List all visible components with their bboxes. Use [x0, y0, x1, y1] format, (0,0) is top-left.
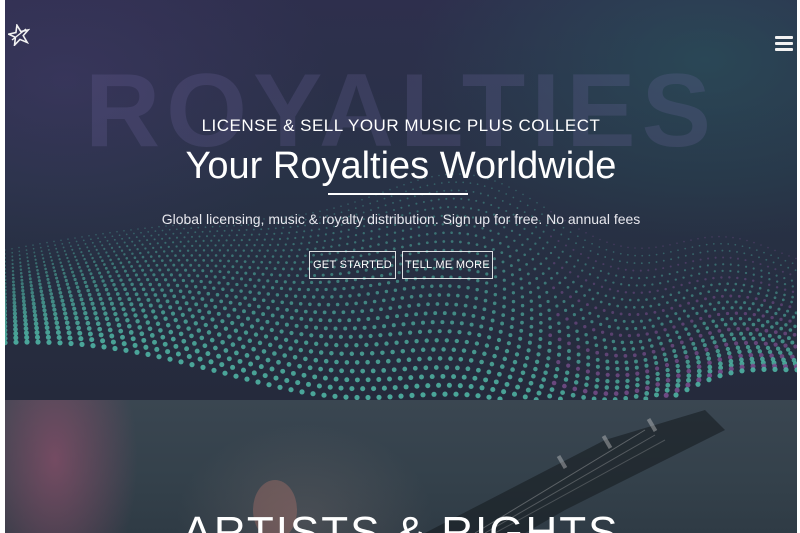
page: ROYALTIES LICENSE & SELL YOUR MUSIC PLUS… [5, 0, 797, 533]
star-logo-icon[interactable] [8, 24, 30, 46]
hero-section: ROYALTIES LICENSE & SELL YOUR MUSIC PLUS… [5, 0, 797, 400]
hero-subtitle: Global licensing, music & royalty distri… [161, 211, 641, 227]
headline-divider [328, 193, 468, 195]
hamburger-menu-icon[interactable] [775, 36, 793, 52]
section-title: ARTISTS & RIGHTS [182, 508, 620, 533]
hero-headline: Your Royalties Worldwide [185, 145, 617, 187]
get-started-button[interactable]: GET STARTED [309, 251, 396, 279]
hero-eyebrow: LICENSE & SELL YOUR MUSIC PLUS COLLECT [201, 116, 601, 135]
artists-rights-section: ARTISTS & RIGHTS [5, 400, 797, 533]
tell-me-more-button[interactable]: TELL ME MORE [402, 251, 493, 279]
